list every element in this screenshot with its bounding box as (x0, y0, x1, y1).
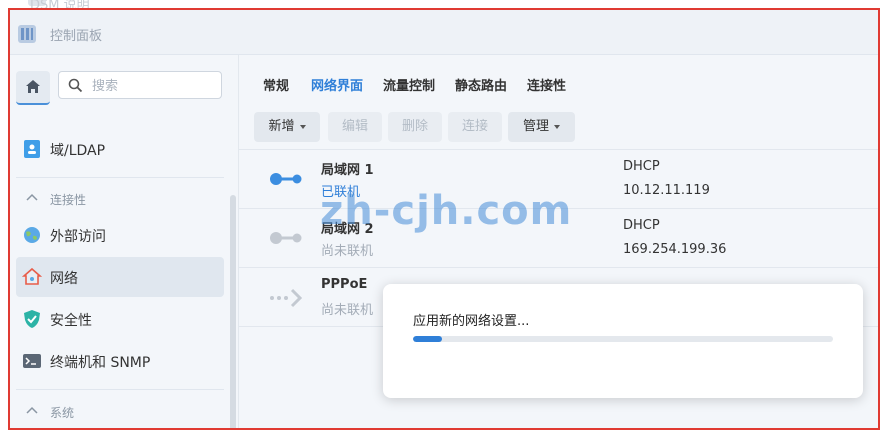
home-button[interactable] (16, 71, 50, 105)
manage-button-label: 管理 (522, 119, 549, 134)
disconnected-interface-icon (270, 232, 302, 244)
sidebar-section-connectivity[interactable]: 连接性 (16, 183, 224, 215)
manage-button[interactable]: 管理 (508, 112, 575, 142)
delete-button-label: 删除 (401, 119, 428, 134)
caret-down-icon (299, 124, 306, 129)
interface-mode: DHCP (623, 159, 660, 174)
progress-bar (413, 336, 833, 342)
interface-name: PPPoE (321, 277, 368, 292)
titlebar: 控制面板 (10, 10, 878, 55)
network-home-icon (22, 267, 42, 285)
sidebar-divider (16, 389, 224, 390)
tab-connectivity[interactable]: 连接性 (527, 75, 566, 94)
shield-check-icon (24, 310, 40, 328)
interface-status: 尚未联机 (321, 303, 374, 318)
sidebar-item-label: 网络 (50, 271, 78, 287)
sidebar-item-label: 域/LDAP (50, 143, 106, 159)
create-button[interactable]: 新增 (254, 112, 320, 142)
sidebar: 域/LDAP 连接性 外部访问 网络 (10, 55, 239, 428)
edit-button[interactable]: 编辑 (328, 112, 382, 142)
progress-fill (413, 336, 443, 342)
terminal-icon (23, 354, 41, 368)
tab-traffic-control[interactable]: 流量控制 (383, 75, 435, 94)
section-label: 系统 (50, 406, 75, 420)
tab-bar: 常规 网络界面 流量控制 静态路由 连接性 (239, 55, 878, 111)
sidebar-item-external-access[interactable]: 外部访问 (16, 215, 224, 255)
interface-mode: DHCP (623, 218, 660, 233)
search-input[interactable] (90, 76, 219, 96)
chevron-up-icon (26, 193, 38, 201)
id-card-icon (24, 140, 40, 158)
dialog-message: 应用新的网络设置... (413, 314, 530, 329)
sidebar-item-label: 安全性 (50, 313, 92, 329)
sidebar-divider (16, 177, 224, 178)
tab-static-route[interactable]: 静态路由 (455, 75, 507, 94)
delete-button[interactable]: 删除 (388, 112, 442, 142)
watermark-text: zh-cjh.com (320, 188, 573, 234)
edit-button-label: 编辑 (341, 119, 368, 134)
pppoe-interface-icon (270, 288, 303, 308)
section-label: 连接性 (50, 193, 87, 207)
tab-general[interactable]: 常规 (263, 75, 289, 94)
apply-settings-dialog: 应用新的网络设置... (383, 284, 863, 398)
interface-name: 局域网 1 (321, 163, 374, 178)
window-title: 控制面板 (50, 29, 103, 44)
connect-button-label: 连接 (461, 119, 488, 134)
sidebar-item-label: 外部访问 (50, 229, 106, 245)
connected-interface-icon (270, 173, 302, 185)
connect-button[interactable]: 连接 (448, 112, 502, 142)
tab-network-interface[interactable]: 网络界面 (311, 75, 363, 94)
sidebar-item-label: 终端机和 SNMP (50, 355, 151, 371)
globe-icon (24, 227, 40, 243)
chevron-up-icon (26, 406, 38, 414)
sidebar-item-terminal-snmp[interactable]: 终端机和 SNMP (16, 341, 224, 381)
search-icon (68, 78, 83, 93)
interface-ip: 10.12.11.119 (623, 183, 710, 198)
control-panel-icon (18, 25, 36, 43)
search-field[interactable] (58, 71, 222, 99)
interface-status: 尚未联机 (321, 244, 374, 259)
sidebar-item-security[interactable]: 安全性 (16, 299, 224, 339)
create-button-label: 新增 (268, 119, 295, 134)
sidebar-scrollbar[interactable] (230, 195, 236, 428)
sidebar-item-domain-ldap[interactable]: 域/LDAP (16, 129, 224, 169)
sidebar-item-network[interactable]: 网络 (16, 257, 224, 297)
caret-down-icon (554, 124, 560, 129)
home-icon (26, 80, 40, 93)
sidebar-section-system[interactable]: 系统 (16, 396, 224, 428)
interface-ip: 169.254.199.36 (623, 242, 727, 257)
